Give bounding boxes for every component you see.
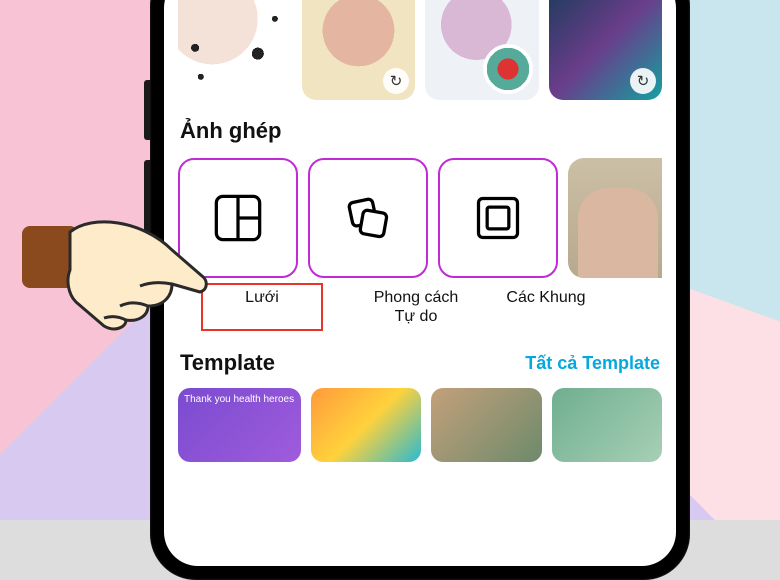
see-all-templates-link[interactable]: Tất cả Template bbox=[525, 353, 660, 374]
frames-icon bbox=[472, 192, 524, 244]
template-row[interactable]: Thank you health heroes bbox=[178, 388, 662, 462]
template-thumb[interactable] bbox=[311, 388, 422, 462]
effects-row[interactable]: ↻ ↻ bbox=[178, 0, 662, 100]
template-thumb[interactable]: Thank you health heroes bbox=[178, 388, 301, 462]
template-thumb[interactable] bbox=[552, 388, 663, 462]
template-caption: Thank you health heroes bbox=[184, 394, 294, 405]
phone-frame: ↻ ↻ Ảnh ghép bbox=[150, 0, 690, 580]
freestyle-icon bbox=[342, 192, 394, 244]
collage-label-freestyle: Phong cách Tự do bbox=[356, 284, 476, 330]
reload-icon[interactable]: ↻ bbox=[630, 68, 656, 94]
collage-label-frames: Các Khung bbox=[486, 284, 606, 330]
template-section-title: Template bbox=[180, 350, 275, 376]
collage-labels-row: Lưới Phong cách Tự do Các Khung bbox=[178, 284, 662, 330]
collage-option-frames[interactable] bbox=[438, 158, 558, 278]
collage-section-title: Ảnh ghép bbox=[180, 118, 662, 144]
app-screen: ↻ ↻ Ảnh ghép bbox=[164, 0, 676, 566]
collage-option-grid[interactable] bbox=[178, 158, 298, 278]
template-header: Template Tất cả Template bbox=[180, 350, 660, 376]
collage-options-row bbox=[178, 158, 662, 278]
effect-thumb[interactable]: ↻ bbox=[549, 0, 663, 100]
effect-thumb[interactable]: ↻ bbox=[302, 0, 416, 100]
collage-label-grid: Lưới bbox=[202, 284, 322, 330]
template-thumb[interactable] bbox=[431, 388, 542, 462]
effect-thumb[interactable] bbox=[425, 0, 539, 100]
reload-icon[interactable]: ↻ bbox=[383, 68, 409, 94]
effect-thumb[interactable] bbox=[178, 0, 292, 100]
grid-icon bbox=[212, 192, 264, 244]
collage-option-freestyle[interactable] bbox=[308, 158, 428, 278]
collage-option-photo[interactable] bbox=[568, 158, 662, 278]
